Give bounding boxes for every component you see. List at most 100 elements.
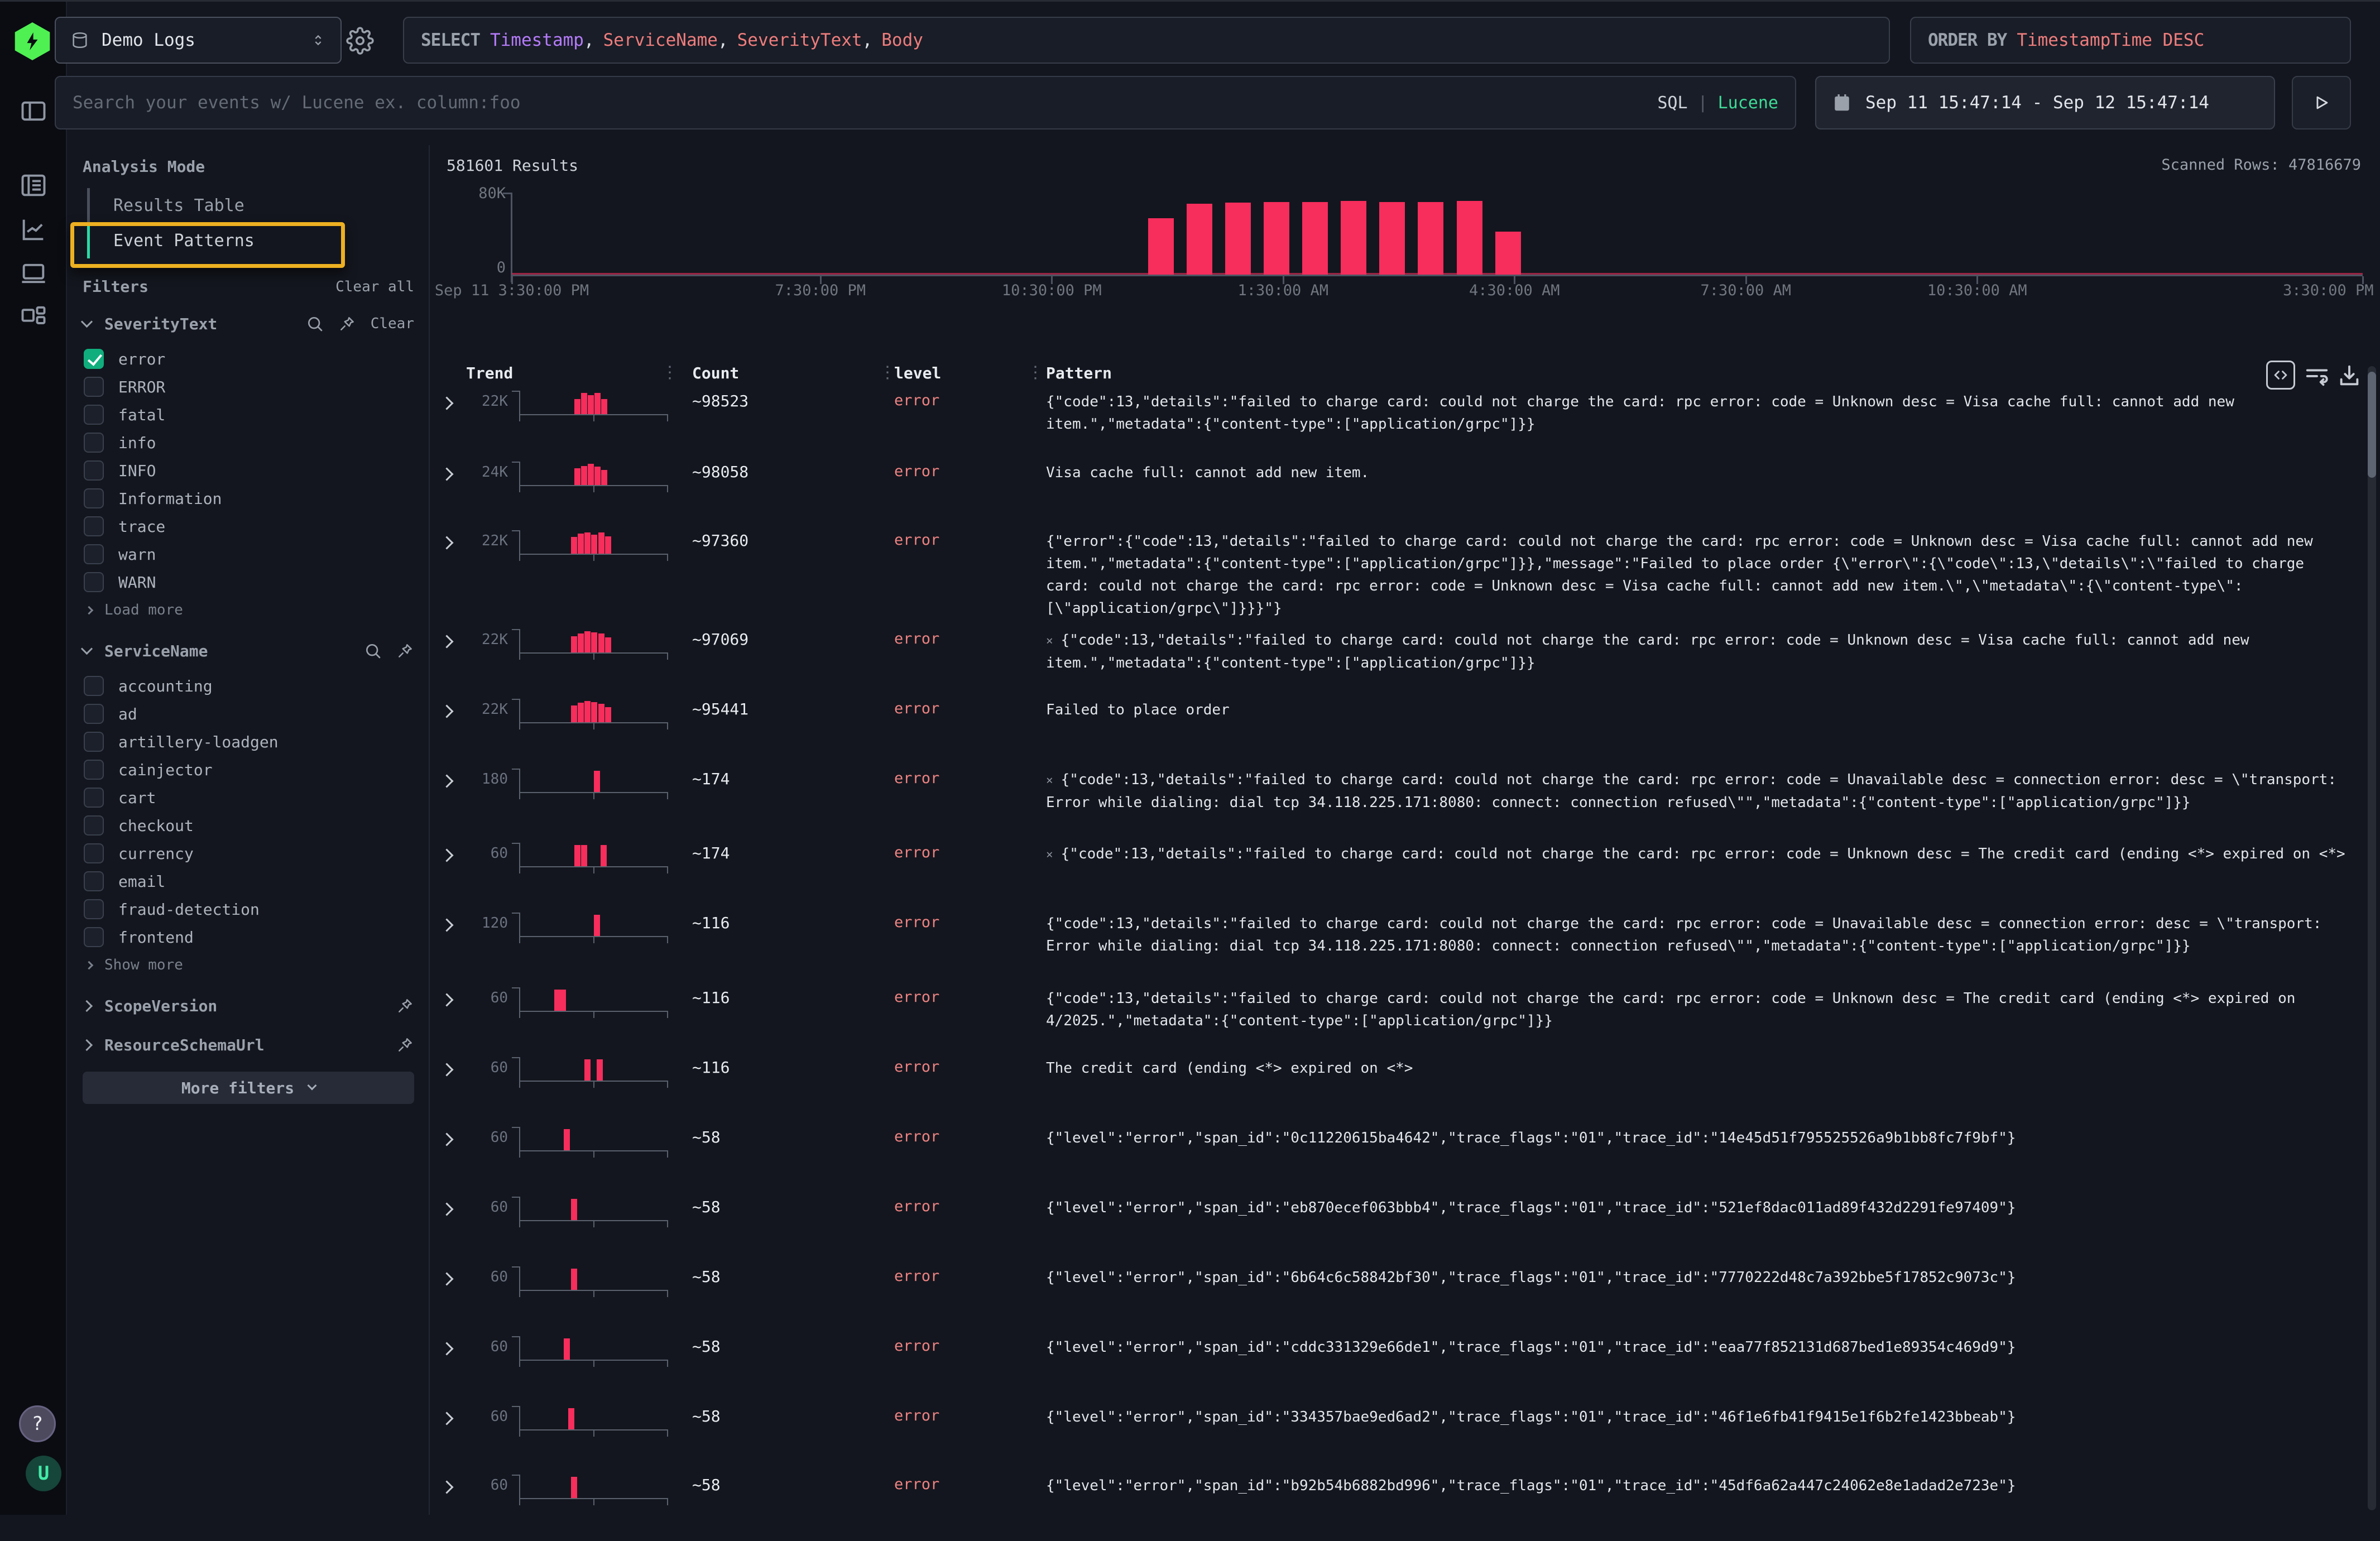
pattern-text[interactable]: {"error":{"code":13,"details":"failed to…	[1046, 530, 2347, 620]
checkbox[interactable]	[84, 788, 104, 808]
dashboards-icon[interactable]	[19, 301, 48, 330]
filter-option-trace[interactable]: trace	[83, 512, 414, 540]
results-histogram[interactable]	[512, 193, 2363, 275]
pattern-text[interactable]: ×{"code":13,"details":"failed to charge …	[1046, 769, 2347, 814]
checkbox[interactable]	[84, 433, 104, 453]
pattern-row[interactable]: 180~174error×{"code":13,"details":"faile…	[430, 765, 2380, 839]
checkbox[interactable]	[84, 544, 104, 564]
histogram-bar[interactable]	[1302, 202, 1328, 275]
filter-option-frontend[interactable]: frontend	[83, 923, 414, 951]
settings-gear-icon[interactable]	[346, 27, 374, 55]
pattern-row[interactable]: 22K~98523error{"code":13,"details":"fail…	[430, 387, 2380, 458]
pattern-text[interactable]: ×{"code":13,"details":"failed to charge …	[1046, 843, 2347, 866]
code-view-button[interactable]	[2266, 361, 2295, 390]
filter-option-fraud-detection[interactable]: fraud-detection	[83, 895, 414, 923]
filter-option-ad[interactable]: ad	[83, 700, 414, 728]
column-header-trend[interactable]: Trend	[466, 364, 513, 382]
pin-icon[interactable]	[396, 1036, 414, 1054]
checkbox[interactable]	[84, 572, 104, 592]
clear-all-filters-button[interactable]: Clear all	[335, 279, 414, 295]
checkbox[interactable]	[84, 899, 104, 919]
checkbox[interactable]	[84, 377, 104, 397]
filter-group-header[interactable]: ScopeVersion	[83, 993, 414, 1018]
pattern-row[interactable]: 24K~98058errorVisa cache full: cannot ad…	[430, 458, 2380, 527]
pin-icon[interactable]	[396, 997, 414, 1015]
filter-group-header[interactable]: SeverityTextClear	[83, 311, 414, 336]
filter-option-checkout[interactable]: checkout	[83, 812, 414, 839]
checkbox[interactable]	[84, 676, 104, 696]
pattern-row[interactable]: 60~58error{"level":"error","span_id":"0c…	[430, 1124, 2380, 1193]
show-more-button[interactable]: Show more	[83, 951, 414, 979]
checkbox[interactable]	[84, 488, 104, 508]
pattern-row[interactable]: 22K~97069error×{"code":13,"details":"fai…	[430, 626, 2380, 695]
pattern-text[interactable]: The credit card (ending <*> expired on <…	[1046, 1057, 2347, 1079]
column-resize-handle[interactable]: ⋮	[661, 363, 677, 382]
checkbox[interactable]	[84, 516, 104, 536]
pattern-text[interactable]: {"level":"error","span_id":"0c11220615ba…	[1046, 1127, 2347, 1149]
filter-group-header[interactable]: ServiceName	[83, 639, 414, 663]
checkbox[interactable]	[84, 460, 104, 481]
filter-option-INFO[interactable]: INFO	[83, 457, 414, 484]
checkbox[interactable]	[84, 405, 104, 425]
pattern-row[interactable]: 60~116errorThe credit card (ending <*> e…	[430, 1054, 2380, 1124]
checkbox[interactable]	[84, 815, 104, 836]
filter-option-cainjector[interactable]: cainjector	[83, 756, 414, 784]
search-input[interactable]	[73, 93, 1657, 113]
checkbox[interactable]	[84, 927, 104, 947]
filter-option-currency[interactable]: currency	[83, 839, 414, 867]
column-resize-handle[interactable]: ⋮	[879, 363, 895, 382]
checkbox[interactable]	[84, 732, 104, 752]
pattern-text[interactable]: {"level":"error","span_id":"cddc331329e6…	[1046, 1336, 2347, 1358]
filter-option-warn[interactable]: warn	[83, 540, 414, 568]
histogram-bar[interactable]	[1457, 201, 1482, 275]
date-range-picker[interactable]: Sep 11 15:47:14 - Sep 12 15:47:14	[1815, 76, 2275, 129]
pattern-row[interactable]: 22K~97360error{"error":{"code":13,"detai…	[430, 527, 2380, 626]
checkbox[interactable]	[84, 760, 104, 780]
histogram-bar[interactable]	[1225, 203, 1251, 275]
pattern-text[interactable]: Visa cache full: cannot add new item.	[1046, 462, 2347, 484]
pattern-row[interactable]: 60~58error{"level":"error","span_id":"cd…	[430, 1333, 2380, 1403]
client-sessions-icon[interactable]	[19, 259, 48, 288]
checkbox-checked[interactable]	[84, 349, 104, 369]
histogram-bar[interactable]	[1418, 202, 1443, 275]
column-header-pattern[interactable]: Pattern	[1046, 364, 1112, 382]
pattern-text[interactable]: {"level":"error","span_id":"eb870ecef063…	[1046, 1197, 2347, 1219]
checkbox[interactable]	[84, 704, 104, 724]
help-button[interactable]: ?	[19, 1405, 56, 1442]
filter-option-email[interactable]: email	[83, 867, 414, 895]
pattern-row[interactable]: 60~116error{"code":13,"details":"failed …	[430, 984, 2380, 1054]
pattern-row[interactable]: 60~58error{"level":"error","span_id":"eb…	[430, 1193, 2380, 1263]
load-more-button[interactable]: Load more	[83, 596, 414, 624]
order-by-editor[interactable]: ORDER BY TimestampTime DESC	[1910, 17, 2351, 64]
source-selector[interactable]: Demo Logs	[55, 17, 342, 64]
panel-toggle-icon[interactable]	[19, 97, 48, 126]
checkbox[interactable]	[84, 843, 104, 863]
download-button[interactable]	[2336, 363, 2362, 388]
pattern-row[interactable]: 60~174error×{"code":13,"details":"failed…	[430, 839, 2380, 909]
log-search-icon[interactable]	[19, 171, 48, 200]
pattern-text[interactable]: Failed to place order	[1046, 699, 2347, 721]
histogram-bar[interactable]	[1341, 201, 1366, 275]
analysis-mode-option-results-table[interactable]: Results Table	[87, 188, 414, 223]
column-resize-handle[interactable]: ⋮	[1027, 363, 1043, 382]
filter-option-info[interactable]: info	[83, 429, 414, 457]
pattern-row[interactable]: 60~58error{"level":"error","span_id":"6b…	[430, 1263, 2380, 1333]
pattern-text[interactable]: {"code":13,"details":"failed to charge c…	[1046, 913, 2347, 957]
filter-option-fatal[interactable]: fatal	[83, 401, 414, 429]
pattern-text[interactable]: {"code":13,"details":"failed to charge c…	[1046, 987, 2347, 1032]
search-icon[interactable]	[306, 315, 324, 333]
filter-option-accounting[interactable]: accounting	[83, 672, 414, 700]
analysis-mode-option-event-patterns[interactable]: Event Patterns	[87, 223, 414, 258]
pattern-text[interactable]: {"level":"error","span_id":"334357bae9ed…	[1046, 1406, 2347, 1428]
histogram-bar[interactable]	[1495, 232, 1521, 275]
column-header-level[interactable]: level	[894, 364, 941, 382]
app-logo-icon[interactable]	[13, 22, 51, 60]
pin-icon[interactable]	[338, 315, 356, 333]
histogram-bar[interactable]	[1148, 218, 1174, 275]
pattern-text[interactable]: {"level":"error","span_id":"6b64c6c58842…	[1046, 1266, 2347, 1289]
pattern-row[interactable]: 22K~95441errorFailed to place order	[430, 695, 2380, 765]
pattern-row[interactable]: 60~58error{"level":"error","span_id":"33…	[430, 1403, 2380, 1471]
language-lucene-toggle[interactable]: Lucene	[1718, 93, 1778, 113]
histogram-bar[interactable]	[1187, 204, 1212, 275]
histogram-bar[interactable]	[1379, 202, 1405, 275]
